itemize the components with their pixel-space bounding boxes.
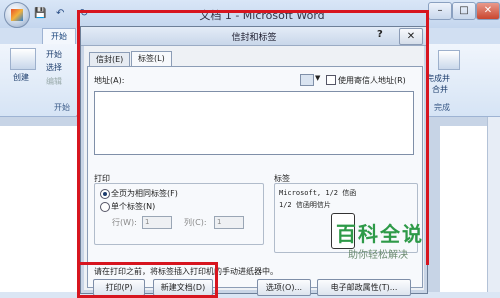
start-label[interactable]: 开始 bbox=[46, 49, 62, 60]
office-logo-icon bbox=[11, 9, 23, 21]
create-label[interactable]: 创建 bbox=[13, 72, 29, 83]
highlight-box-buttons bbox=[77, 262, 218, 298]
minimize-button[interactable]: – bbox=[428, 2, 452, 20]
vertical-scrollbar[interactable] bbox=[487, 117, 500, 292]
restore-button[interactable]: □ bbox=[452, 2, 476, 20]
save-icon[interactable]: 💾 bbox=[34, 8, 46, 19]
document-page[interactable] bbox=[0, 126, 79, 292]
merge-label[interactable]: 合并 bbox=[432, 84, 448, 95]
select-label[interactable]: 选择 bbox=[46, 62, 62, 73]
epostage-properties-button[interactable]: 电子邮政属性(T)... bbox=[317, 279, 411, 296]
watermark-subtitle: 助你轻松解决 bbox=[348, 250, 408, 261]
group-label-start: 开始 bbox=[54, 103, 70, 112]
watermark-title: 百科全说 bbox=[336, 222, 424, 246]
edit-label[interactable]: 编辑 bbox=[46, 76, 62, 87]
watermark: 百科全说 助你轻松解决 bbox=[336, 214, 454, 264]
options-button[interactable]: 选项(O)... bbox=[257, 279, 311, 296]
finish-label[interactable]: 完成并 bbox=[426, 73, 450, 84]
office-button[interactable] bbox=[4, 2, 30, 28]
finish-merge-icon bbox=[438, 50, 460, 70]
create-icon bbox=[10, 48, 36, 70]
group-label-finish: 完成 bbox=[434, 103, 450, 112]
document-page-right[interactable] bbox=[440, 126, 488, 292]
tab-start[interactable]: 开始 bbox=[42, 28, 76, 44]
close-button[interactable]: ✕ bbox=[476, 2, 500, 20]
undo-icon[interactable]: ↶ bbox=[56, 8, 64, 19]
